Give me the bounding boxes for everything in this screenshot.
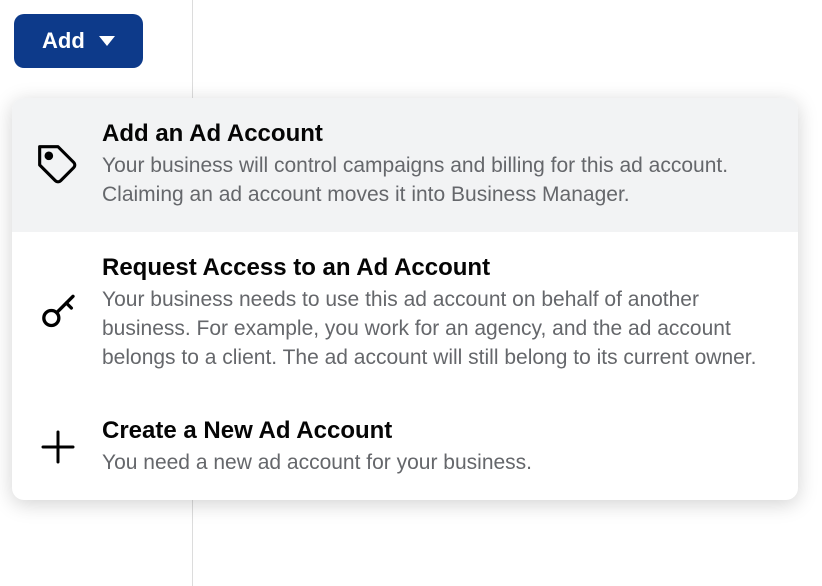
menu-item-text: Request Access to an Ad Account Your bus… (102, 254, 770, 373)
add-dropdown-menu: Add an Ad Account Your business will con… (12, 98, 798, 500)
key-icon (36, 291, 80, 335)
price-tag-icon (36, 143, 80, 187)
menu-item-create-new[interactable]: Create a New Ad Account You need a new a… (12, 395, 798, 500)
chevron-down-icon (99, 36, 115, 46)
menu-item-request-access[interactable]: Request Access to an Ad Account Your bus… (12, 232, 798, 395)
menu-item-title: Request Access to an Ad Account (102, 254, 770, 282)
menu-item-add-ad-account[interactable]: Add an Ad Account Your business will con… (12, 98, 798, 232)
menu-item-desc: You need a new ad account for your busin… (102, 449, 770, 478)
add-button-label: Add (42, 28, 85, 54)
menu-item-desc: Your business needs to use this ad accou… (102, 286, 770, 373)
menu-item-title: Create a New Ad Account (102, 417, 770, 445)
add-button[interactable]: Add (14, 14, 143, 68)
menu-item-desc: Your business will control campaigns and… (102, 152, 770, 210)
menu-item-text: Create a New Ad Account You need a new a… (102, 417, 770, 478)
plus-icon (36, 425, 80, 469)
menu-item-text: Add an Ad Account Your business will con… (102, 120, 770, 210)
menu-item-title: Add an Ad Account (102, 120, 770, 148)
